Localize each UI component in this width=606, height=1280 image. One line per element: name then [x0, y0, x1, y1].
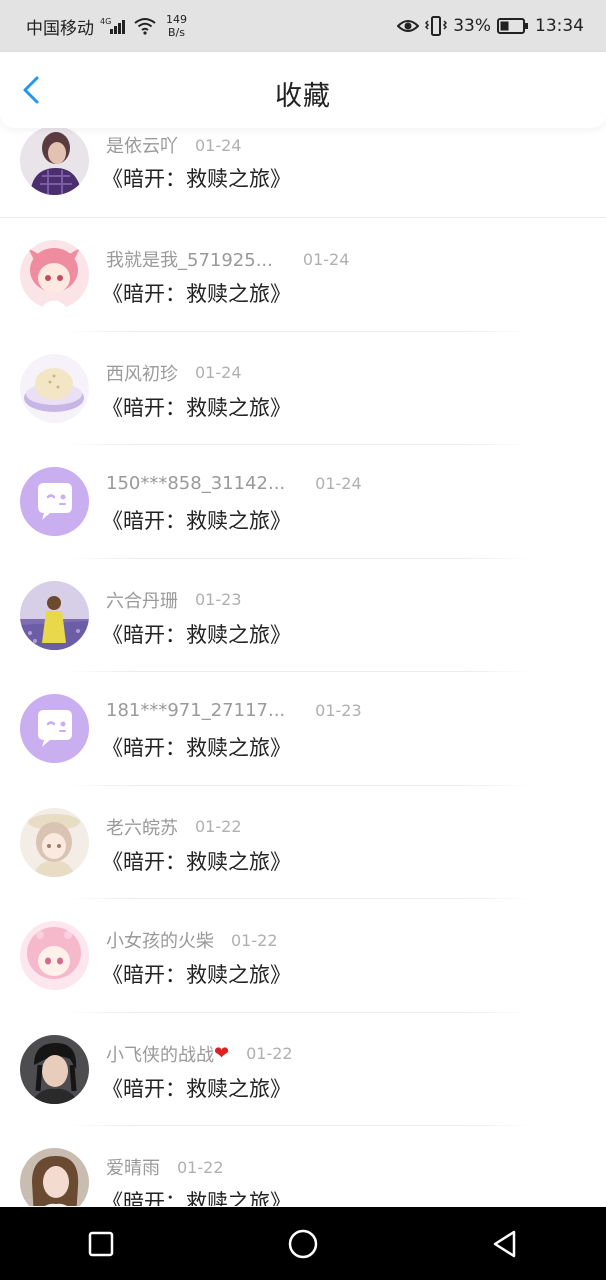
- wifi-icon: [134, 17, 156, 35]
- network-speed: 149 B/s: [166, 13, 187, 39]
- avatar[interactable]: [20, 353, 89, 423]
- triangle-back-icon: [493, 1230, 516, 1257]
- user-name[interactable]: 是依云吖: [106, 132, 178, 158]
- user-name[interactable]: 我就是我_571925...: [106, 246, 273, 272]
- user-name[interactable]: 六合丹珊: [106, 587, 178, 613]
- work-title[interactable]: 《暗开：救赎之旅》: [102, 278, 291, 308]
- battery-icon: [497, 17, 529, 35]
- list-item[interactable]: 西风初珍 01-24 《暗开：救赎之旅》: [0, 332, 606, 445]
- user-name[interactable]: 老六皖苏: [106, 814, 178, 840]
- carrier-name: 中国移动: [26, 18, 94, 39]
- work-title[interactable]: 《暗开：救赎之旅》: [102, 619, 291, 649]
- app-header: 收藏: [0, 52, 606, 128]
- work-title[interactable]: 《暗开：救赎之旅》: [102, 505, 291, 535]
- list-item[interactable]: 是依云吖 01-24 《暗开：救赎之旅》: [0, 128, 606, 218]
- system-nav-bar: [0, 1207, 606, 1280]
- user-name[interactable]: 150***858_31142...: [106, 473, 285, 494]
- vibrate-icon: [425, 16, 448, 36]
- user-name[interactable]: 小女孩的火柴: [106, 927, 214, 953]
- user-name[interactable]: 181***971_27117...: [106, 700, 285, 721]
- favorite-date: 01-24: [195, 135, 242, 155]
- page-title: 收藏: [275, 81, 331, 112]
- work-title[interactable]: 《暗开：救赎之旅》: [102, 959, 291, 989]
- avatar[interactable]: [20, 467, 89, 536]
- user-name[interactable]: 小飞侠的战战: [106, 1041, 214, 1067]
- default-avatar-icon: [20, 694, 89, 763]
- avatar[interactable]: [20, 807, 89, 877]
- list-item[interactable]: 小女孩的火柴 01-22 《暗开：救赎之旅》: [0, 899, 606, 1013]
- signal-icon: 4G: [100, 17, 128, 35]
- heart-icon: ❤: [214, 1043, 230, 1064]
- avatar[interactable]: [20, 694, 89, 763]
- favorite-date: 01-24: [302, 249, 350, 269]
- avatar[interactable]: [20, 240, 89, 309]
- work-title[interactable]: 《暗开：救赎之旅》: [102, 732, 291, 762]
- home-button[interactable]: [273, 1214, 333, 1274]
- work-title[interactable]: 《暗开：救赎之旅》: [102, 846, 291, 876]
- favorite-date: 01-22: [246, 1044, 293, 1063]
- list-item[interactable]: 181***971_27117... 01-23 《暗开：救赎之旅》: [0, 672, 606, 786]
- work-title[interactable]: 《暗开：救赎之旅》: [102, 1073, 291, 1103]
- favorite-date: 01-23: [315, 701, 362, 720]
- list-item[interactable]: 爱晴雨 01-22 《暗开：救赎之旅》: [0, 1126, 606, 1206]
- eye-icon: [397, 18, 420, 34]
- favorite-date: 01-24: [195, 363, 242, 382]
- favorite-date: 01-22: [177, 1157, 224, 1177]
- circle-icon: [288, 1229, 318, 1258]
- avatar[interactable]: [20, 921, 89, 990]
- user-name[interactable]: 西风初珍: [106, 360, 178, 386]
- work-title[interactable]: 《暗开：救赎之旅》: [102, 163, 291, 193]
- battery-percent: 33%: [453, 16, 491, 36]
- favorite-date: 01-22: [231, 930, 278, 950]
- square-icon: [88, 1231, 114, 1256]
- favorite-date: 01-23: [195, 590, 242, 609]
- list-item[interactable]: 我就是我_571925... 01-24 《暗开：救赎之旅》: [0, 218, 606, 332]
- favorites-list: 是依云吖 01-24 《暗开：救赎之旅》 我就是我_571925... 01-2…: [0, 128, 606, 1206]
- list-item[interactable]: 150***858_31142... 01-24 《暗开：救赎之旅》: [0, 445, 606, 559]
- avatar[interactable]: [20, 1148, 89, 1206]
- svg-text:4G: 4G: [100, 17, 111, 26]
- list-item[interactable]: 老六皖苏 01-22 《暗开：救赎之旅》: [0, 786, 606, 899]
- favorite-date: 01-22: [195, 817, 242, 836]
- default-avatar-icon: [20, 467, 89, 536]
- list-item[interactable]: 六合丹珊 01-23 《暗开：救赎之旅》: [0, 559, 606, 672]
- avatar[interactable]: [20, 580, 89, 650]
- list-item[interactable]: 小飞侠的战战 ❤ 01-22 《暗开：救赎之旅》: [0, 1013, 606, 1126]
- avatar[interactable]: [20, 1034, 89, 1104]
- status-bar: 中国移动 4G 149 B/s 33% 13:34: [0, 0, 606, 52]
- avatar[interactable]: [20, 128, 89, 195]
- recent-apps-button[interactable]: [71, 1214, 131, 1274]
- favorite-date: 01-24: [315, 474, 362, 493]
- work-title[interactable]: 《暗开：救赎之旅》: [102, 392, 291, 422]
- user-name[interactable]: 爱晴雨: [106, 1154, 160, 1180]
- back-nav-button[interactable]: [475, 1214, 535, 1274]
- work-title[interactable]: 《暗开：救赎之旅》: [102, 1186, 291, 1206]
- clock-time: 13:34: [535, 16, 584, 36]
